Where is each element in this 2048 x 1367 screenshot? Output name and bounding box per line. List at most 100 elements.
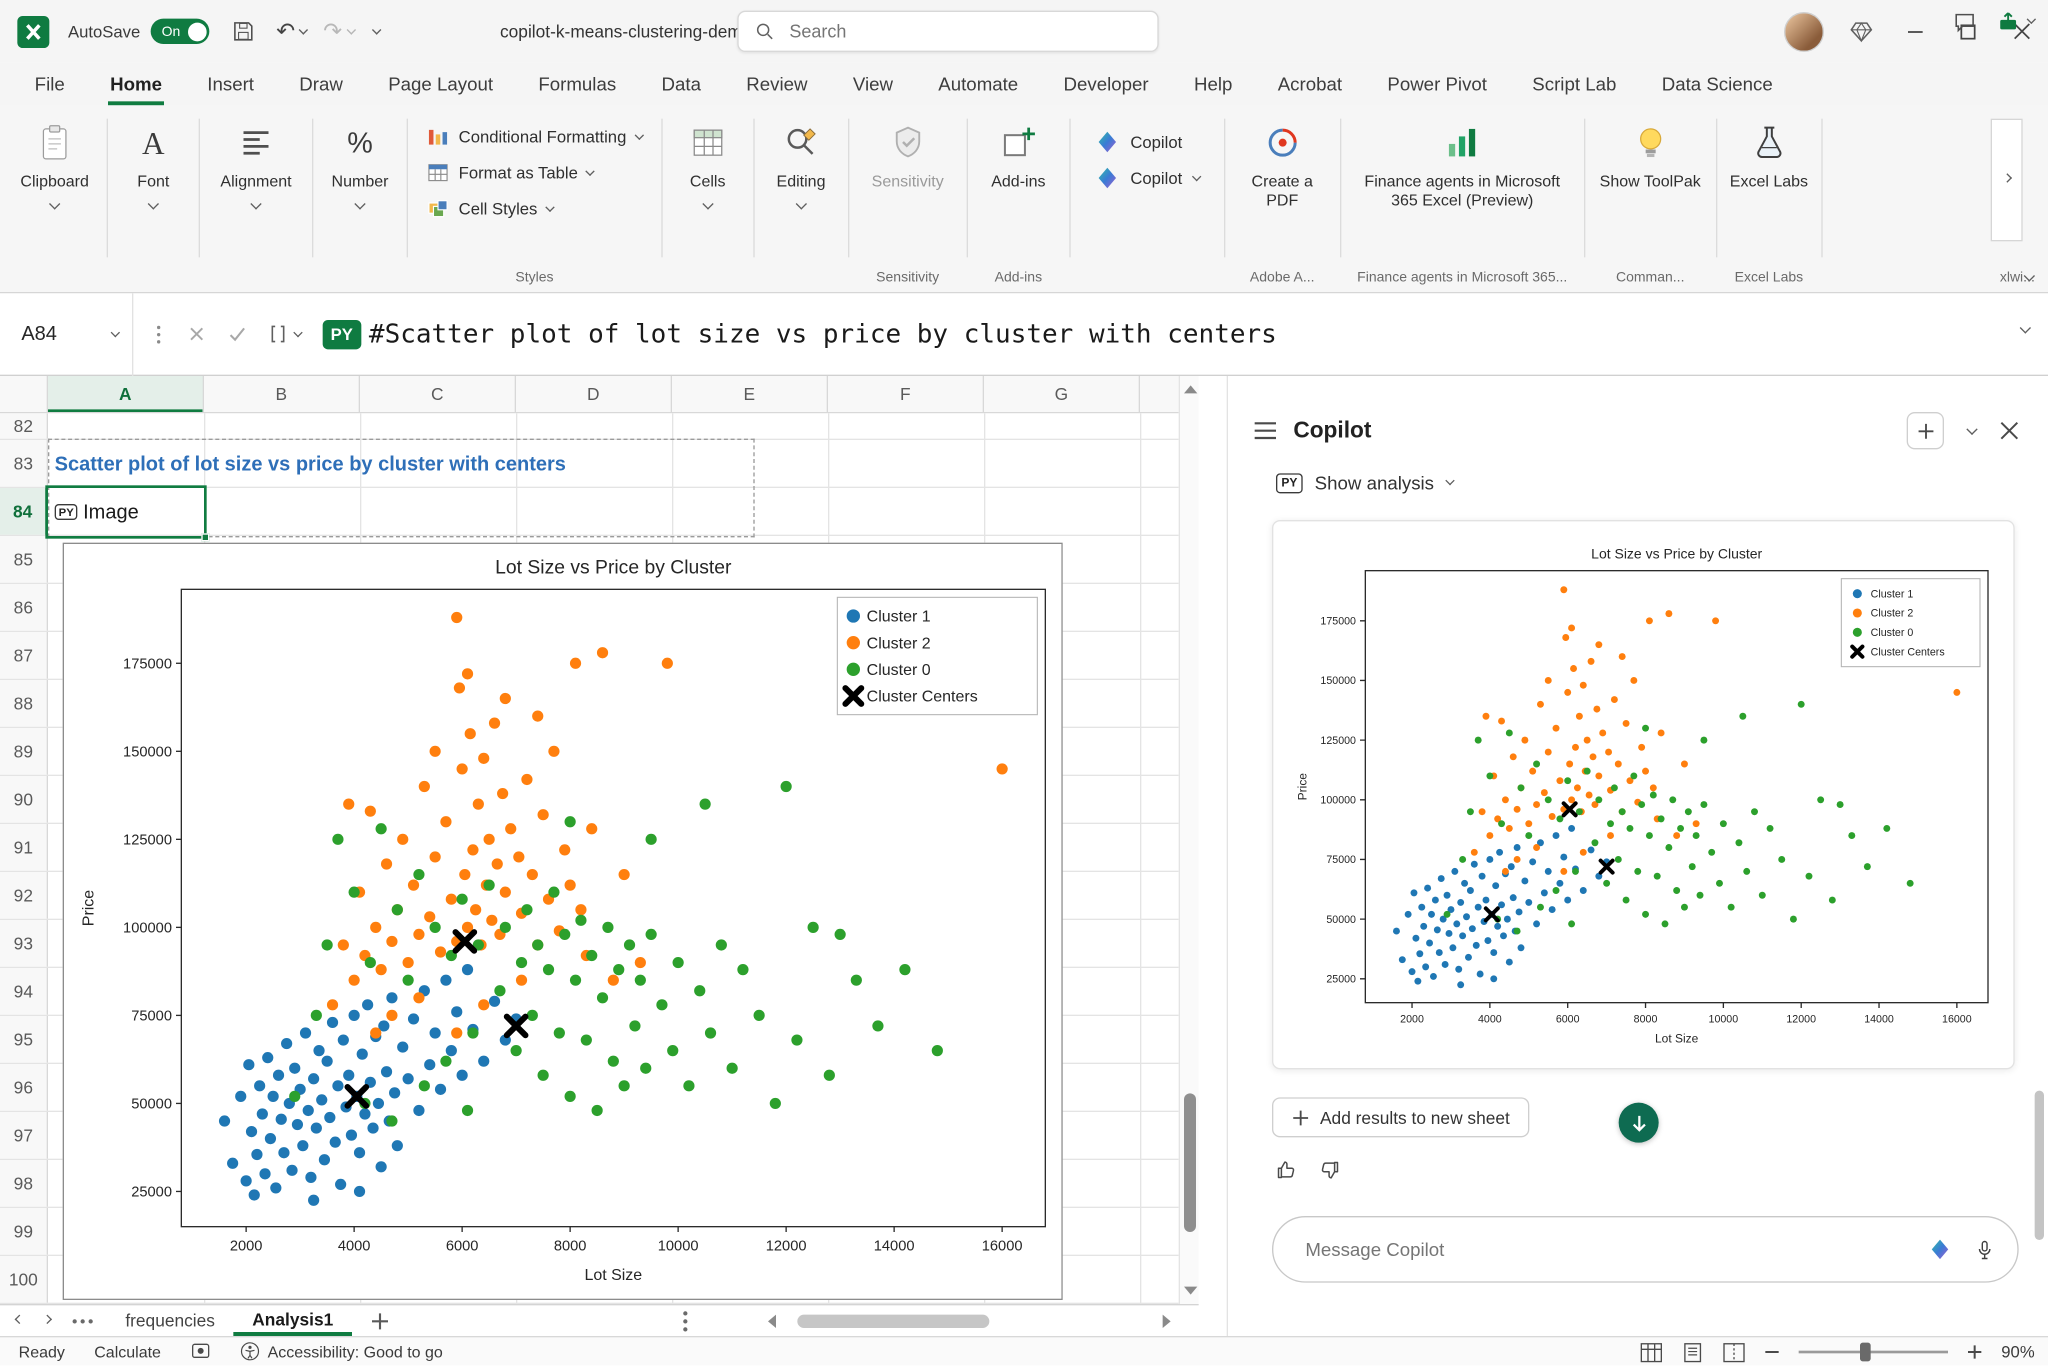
normal-view-icon[interactable] [1640,1342,1663,1362]
selected-cell-a84[interactable]: PY Image [45,485,206,538]
show-toolpak-button[interactable]: Show ToolPak [1593,105,1708,292]
column-header-b[interactable]: B [204,376,360,412]
menu-tab-draw[interactable]: Draw [297,73,346,105]
accessibility-status[interactable]: Accessibility: Good to go [240,1341,443,1361]
conditional-formatting-button[interactable]: Conditional Formatting [427,119,643,155]
add-results-button[interactable]: Add results to new sheet [1272,1097,1530,1137]
sheet-tab-frequencies[interactable]: frequencies [107,1305,234,1336]
row-header-95[interactable]: 95 [0,1016,48,1063]
row-header-94[interactable]: 94 [0,968,48,1015]
row-header-87[interactable]: 87 [0,632,48,679]
create-pdf-button[interactable]: Create a PDF [1233,105,1332,292]
status-calculate[interactable]: Calculate [94,1342,161,1361]
row-header-82[interactable]: 82 [0,413,48,438]
cell-a83-text[interactable]: Scatter plot of lot size vs price by clu… [55,440,566,488]
row-header-92[interactable]: 92 [0,872,48,919]
search-box[interactable] [737,11,1158,52]
avatar[interactable] [1784,11,1824,51]
premium-gem-icon[interactable] [1848,18,1875,45]
sheet-tab-analysis1[interactable]: Analysis1 [234,1305,352,1336]
row-header-97[interactable]: 97 [0,1112,48,1159]
menu-tab-automate[interactable]: Automate [936,73,1021,105]
copilot-spark-icon[interactable] [1928,1237,1952,1261]
thumbs-up-icon[interactable] [1273,1157,1298,1182]
sheet-vertical-scrollbar[interactable] [1179,376,1199,1304]
more-commands-icon[interactable] [373,30,380,33]
sheet-nav-left-icon[interactable] [15,1314,24,1323]
row-header-100[interactable]: 100 [0,1256,48,1303]
scroll-to-bottom-button[interactable] [1619,1103,1659,1143]
enter-check-icon[interactable] [225,323,249,346]
row-header-91[interactable]: 91 [0,824,48,871]
zoom-level[interactable]: 90% [2001,1343,2034,1362]
column-header-g[interactable]: G [984,376,1140,412]
editing-button[interactable]: Editing [762,105,839,292]
cells-button[interactable]: Cells [670,105,745,292]
formula-text[interactable]: #Scatter plot of lot size vs price by cl… [369,319,1277,350]
row-header-86[interactable]: 86 [0,584,48,631]
minimize-button[interactable] [1888,0,1941,63]
zoom-in-icon[interactable] [1967,1344,1983,1360]
menu-tab-acrobat[interactable]: Acrobat [1275,73,1345,105]
column-header-e[interactable]: E [672,376,828,412]
column-header-f[interactable]: F [828,376,984,412]
menu-tab-view[interactable]: View [850,73,895,105]
row-header-98[interactable]: 98 [0,1160,48,1207]
select-all-corner[interactable] [0,376,48,412]
sheet-nav-right-icon[interactable] [43,1314,52,1323]
close-pane-icon[interactable] [2000,421,2019,440]
row-header-84[interactable]: 84 [0,488,48,535]
finance-agents-button[interactable]: Finance agents in Microsoft 365 Excel (P… [1349,105,1576,292]
format-as-table-button[interactable]: Format as Table [427,155,643,191]
macro-record-icon[interactable] [190,1341,210,1361]
zoom-out-icon[interactable] [1764,1344,1780,1360]
fill-handle[interactable] [201,533,209,541]
vertical-scroll-thumb[interactable] [1184,1093,1196,1232]
menu-tab-file[interactable]: File [32,73,67,105]
menu-tab-power-pivot[interactable]: Power Pivot [1385,73,1490,105]
number-button[interactable]: % Number [321,105,398,292]
menu-tab-data-science[interactable]: Data Science [1659,73,1775,105]
row-header-88[interactable]: 88 [0,680,48,727]
add-sheet-icon[interactable] [371,1311,390,1330]
scroll-right-icon[interactable] [1163,1315,1171,1328]
alignment-button[interactable]: Alignment [208,105,304,292]
menu-tab-formulas[interactable]: Formulas [536,73,619,105]
name-box[interactable]: A84 [0,293,133,376]
scroll-down-icon[interactable] [1184,1287,1197,1295]
row-header-93[interactable]: 93 [0,920,48,967]
python-editor-icon[interactable] [267,323,302,346]
zoom-slider-knob[interactable] [1860,1343,1871,1362]
addins-button[interactable]: Add-ins [976,105,1061,292]
row-header-83[interactable]: 83 [0,440,48,487]
column-header-a[interactable]: A [48,376,204,412]
font-button[interactable]: A Font [116,105,191,292]
search-input[interactable] [787,20,1120,43]
microphone-icon[interactable] [1973,1238,1996,1261]
menu-tab-help[interactable]: Help [1191,73,1235,105]
comment-icon[interactable] [1952,9,1977,34]
new-chat-button[interactable] [1907,412,1944,449]
column-header-c[interactable]: C [360,376,516,412]
row-header-85[interactable]: 85 [0,536,48,583]
cell-styles-button[interactable]: Cell Styles [427,191,643,227]
redo-button[interactable]: ↷ [323,20,354,43]
menu-tab-insert[interactable]: Insert [205,73,257,105]
cancel-icon[interactable] [185,323,208,346]
menu-tab-review[interactable]: Review [744,73,811,105]
horizontal-scroll-thumb[interactable] [797,1315,989,1328]
menu-tab-script-lab[interactable]: Script Lab [1530,73,1619,105]
expand-formula-bar-icon[interactable] [2020,322,2031,333]
menu-tab-data[interactable]: Data [659,73,704,105]
message-copilot-input[interactable] [1303,1237,1928,1261]
more-addins-expander[interactable] [1991,119,2023,242]
page-layout-view-icon[interactable] [1681,1342,1704,1362]
undo-button[interactable]: ↶ [276,20,307,43]
collapse-pane-icon[interactable] [1966,423,1977,434]
clipboard-button[interactable]: Clipboard [11,105,99,292]
sheet-horizontal-scrollbar[interactable] [768,1311,1171,1332]
menu-tab-home[interactable]: Home [107,73,164,105]
copilot-message-box[interactable] [1272,1216,2019,1283]
copilot-button[interactable]: Copilot [1094,129,1199,154]
column-header-d[interactable]: D [516,376,672,412]
